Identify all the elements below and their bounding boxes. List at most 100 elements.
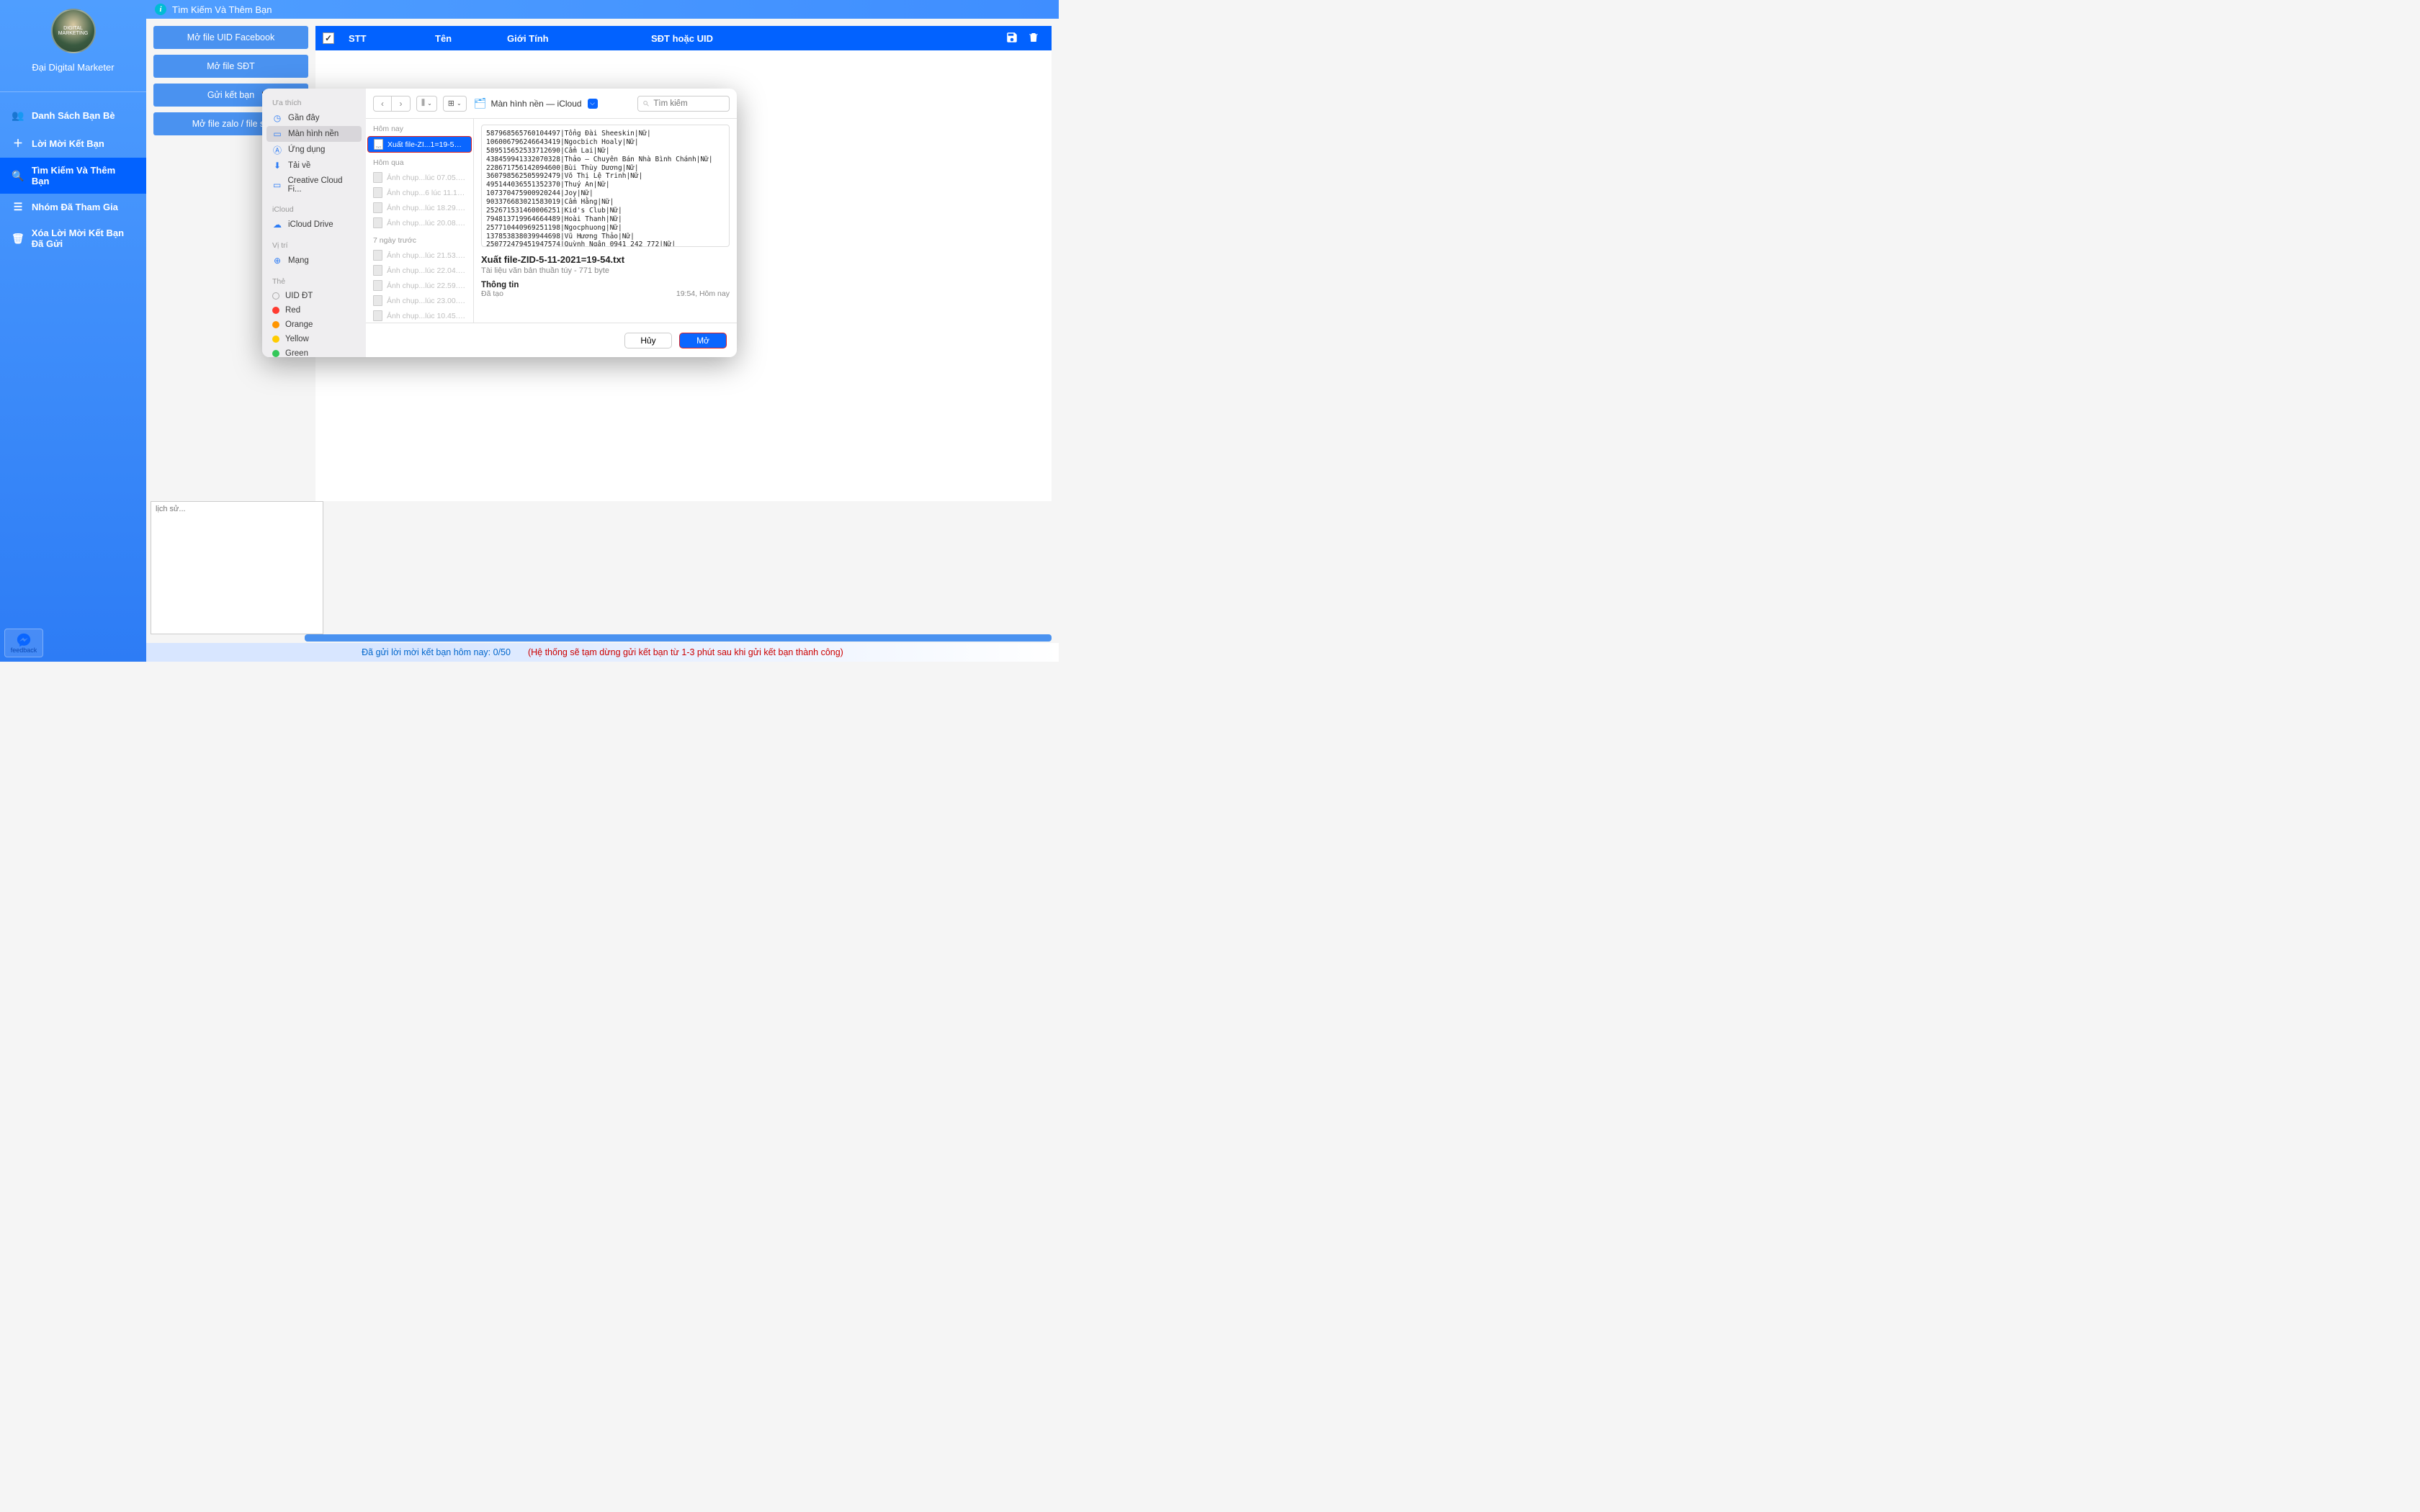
image-file-icon (373, 217, 382, 228)
fs-header-location: Vị trí (262, 238, 366, 253)
fs-recent[interactable]: ◷ Gần đây (262, 110, 366, 126)
sidebar-item-invite[interactable]: ＋Lời Mời Kết Bạn (0, 129, 146, 158)
search-input[interactable] (653, 99, 725, 108)
save-icon (1005, 31, 1018, 44)
feedback-button[interactable]: feedback (4, 629, 43, 657)
preview-content[interactable]: 587968565760104497|Tổng Đài Sheeskin|Nữ|… (481, 125, 730, 247)
file-row[interactable]: Ảnh chụp...lúc 07.05.15 (366, 170, 473, 185)
file-row[interactable]: Ảnh chụp...6 lúc 11.12.07 (366, 185, 473, 200)
fs-tag-red[interactable]: Red (262, 303, 366, 318)
finder-body: Hôm nay Xuất file-ZI...1=19-54.txt Hôm q… (366, 119, 737, 323)
finder-footer: Hủy Mở (366, 323, 737, 357)
file-list[interactable]: Hôm nay Xuất file-ZI...1=19-54.txt Hôm q… (366, 119, 474, 323)
file-row[interactable]: Ảnh chụp...lúc 22.04.14 (366, 263, 473, 278)
page-title: Tìm Kiếm Và Thêm Bạn (172, 4, 272, 15)
profile: DIGITAL MARKETING Đại Digital Marketer (0, 0, 146, 86)
file-name: Ảnh chụp...6 lúc 11.12.07 (387, 189, 466, 197)
file-row-selected[interactable]: Xuất file-ZI...1=19-54.txt (367, 136, 472, 153)
sidebar: DIGITAL MARKETING Đại Digital Marketer 👥… (0, 0, 146, 662)
folder-icon: 🗂 (474, 97, 487, 109)
sidebar-item-label: Tìm Kiếm Và Thêm Bạn (32, 165, 135, 186)
info-header: Thông tin (481, 281, 730, 289)
tag-dot-icon (272, 350, 279, 357)
location-label: Màn hình nền — iCloud (490, 99, 581, 109)
delete-button[interactable] (1023, 31, 1044, 46)
fs-tag-yellow[interactable]: Yellow (262, 332, 366, 346)
grid-icon: ⊞ (448, 99, 454, 108)
search-icon: 🔍 (12, 170, 24, 182)
open-uid-button[interactable]: Mở file UID Facebook (153, 26, 308, 49)
location-dropdown-icon[interactable]: ⌵ (588, 99, 598, 109)
nav-buttons: ‹ › (373, 96, 411, 112)
file-row[interactable]: Ảnh chụp...lúc 23.00.56 (366, 293, 473, 308)
fs-desktop[interactable]: ▭Màn hình nền (266, 126, 362, 142)
sidebar-item-group[interactable]: ☰Nhóm Đã Tham Gia (0, 194, 146, 220)
horizontal-scrollbar[interactable] (305, 634, 1052, 642)
forward-button[interactable]: › (392, 96, 411, 112)
search-icon (642, 99, 650, 108)
fs-ccf[interactable]: ▭ Creative Cloud Fi... (262, 174, 366, 197)
image-file-icon (373, 250, 382, 261)
messenger-icon (16, 632, 32, 648)
folder-icon: ▭ (272, 180, 282, 190)
col-ten: Tên (435, 33, 507, 44)
history-textarea[interactable] (151, 501, 323, 634)
layers-icon: ☰ (12, 201, 24, 213)
preview-title: Xuất file-ZID-5-11-2021=19-54.txt (481, 254, 730, 265)
fs-downloads[interactable]: ⬇Tải về (262, 158, 366, 174)
file-dialog: Ưa thích ◷Gần đây ▭Màn hình nền ⒶỨng dụn… (262, 89, 737, 357)
col-sdt: SĐT hoặc UID (651, 33, 795, 44)
created-value: 19:54, Hôm nay (676, 289, 730, 298)
text-file-icon (374, 139, 383, 150)
location-chip[interactable]: 🗂 Màn hình nền — iCloud ⌵ (472, 96, 602, 112)
finder-main: ‹ › ⫼⌄ ⊞⌄ 🗂 Màn hình nền — iCloud ⌵ Hôm … (366, 89, 737, 357)
fs-apps[interactable]: ⒶỨng dụng (262, 142, 366, 158)
file-name: Ảnh chụp...lúc 20.08.52 (387, 219, 466, 228)
cloud-icon: ☁ (272, 220, 282, 230)
clock-icon: ◷ (272, 113, 282, 123)
fs-tag-green[interactable]: Green (262, 346, 366, 357)
fs-header-icloud: iCloud (262, 202, 366, 217)
sidebar-item-delete[interactable]: 🗑Xóa Lời Mời Kết Bạn Đã Gửi (0, 220, 146, 256)
trash-icon (1027, 31, 1040, 44)
save-button[interactable] (1001, 31, 1023, 46)
view-columns-button[interactable]: ⫼⌄ (416, 96, 437, 112)
open-button[interactable]: Mở (679, 333, 727, 348)
file-name: Ảnh chụp...lúc 22.59.28 (387, 282, 466, 290)
sidebar-item-search[interactable]: 🔍 Tìm Kiếm Và Thêm Bạn (0, 158, 146, 194)
fs-label: Creative Cloud Fi... (287, 176, 356, 194)
view-group-button[interactable]: ⊞⌄ (443, 96, 467, 112)
users-icon: 👥 (12, 109, 24, 122)
col-stt: STT (349, 33, 435, 44)
file-row[interactable]: Ảnh chụp...lúc 20.08.52 (366, 215, 473, 230)
fs-tag-uid[interactable]: UID ĐT (262, 289, 366, 303)
open-sdt-button[interactable]: Mở file SĐT (153, 55, 308, 78)
image-file-icon (373, 172, 382, 183)
file-row[interactable]: Ảnh chụp...lúc 18.29.37 (366, 200, 473, 215)
fs-label: Mạng (288, 256, 309, 265)
preview-subtitle: Tài liệu văn bản thuần túy - 771 byte (481, 266, 730, 275)
back-button[interactable]: ‹ (373, 96, 392, 112)
fs-label: Gần đây (288, 114, 319, 122)
file-row[interactable]: Ảnh chụp...lúc 10.45.50 (366, 308, 473, 323)
file-name: Ảnh chụp...lúc 22.04.14 (387, 266, 466, 275)
sidebar-item-label: Danh Sách Bạn Bè (32, 110, 115, 121)
section-yesterday: Hôm qua (366, 153, 473, 170)
file-name: Xuất file-ZI...1=19-54.txt (387, 140, 465, 149)
fs-network[interactable]: ⊕Mạng (262, 253, 366, 269)
apps-icon: Ⓐ (272, 145, 282, 155)
fs-label: Màn hình nền (288, 130, 339, 138)
file-row[interactable]: Ảnh chụp...lúc 22.59.28 (366, 278, 473, 293)
image-file-icon (373, 187, 382, 198)
search-box[interactable] (637, 96, 730, 112)
info-row-created: Đã tạo 19:54, Hôm nay (481, 289, 730, 298)
file-name: Ảnh chụp...lúc 10.45.50 (387, 312, 466, 320)
sidebar-item-friends[interactable]: 👥 Danh Sách Bạn Bè (0, 102, 146, 129)
select-all-checkbox[interactable]: ✓ (323, 32, 334, 44)
cancel-button[interactable]: Hủy (624, 333, 672, 348)
file-row[interactable]: Ảnh chụp...lúc 21.53.26 (366, 248, 473, 263)
avatar[interactable]: DIGITAL MARKETING (51, 9, 96, 53)
fs-tag-orange[interactable]: Orange (262, 318, 366, 332)
fs-icloud-drive[interactable]: ☁iCloud Drive (262, 217, 366, 233)
profile-name: Đại Digital Marketer (32, 62, 114, 73)
